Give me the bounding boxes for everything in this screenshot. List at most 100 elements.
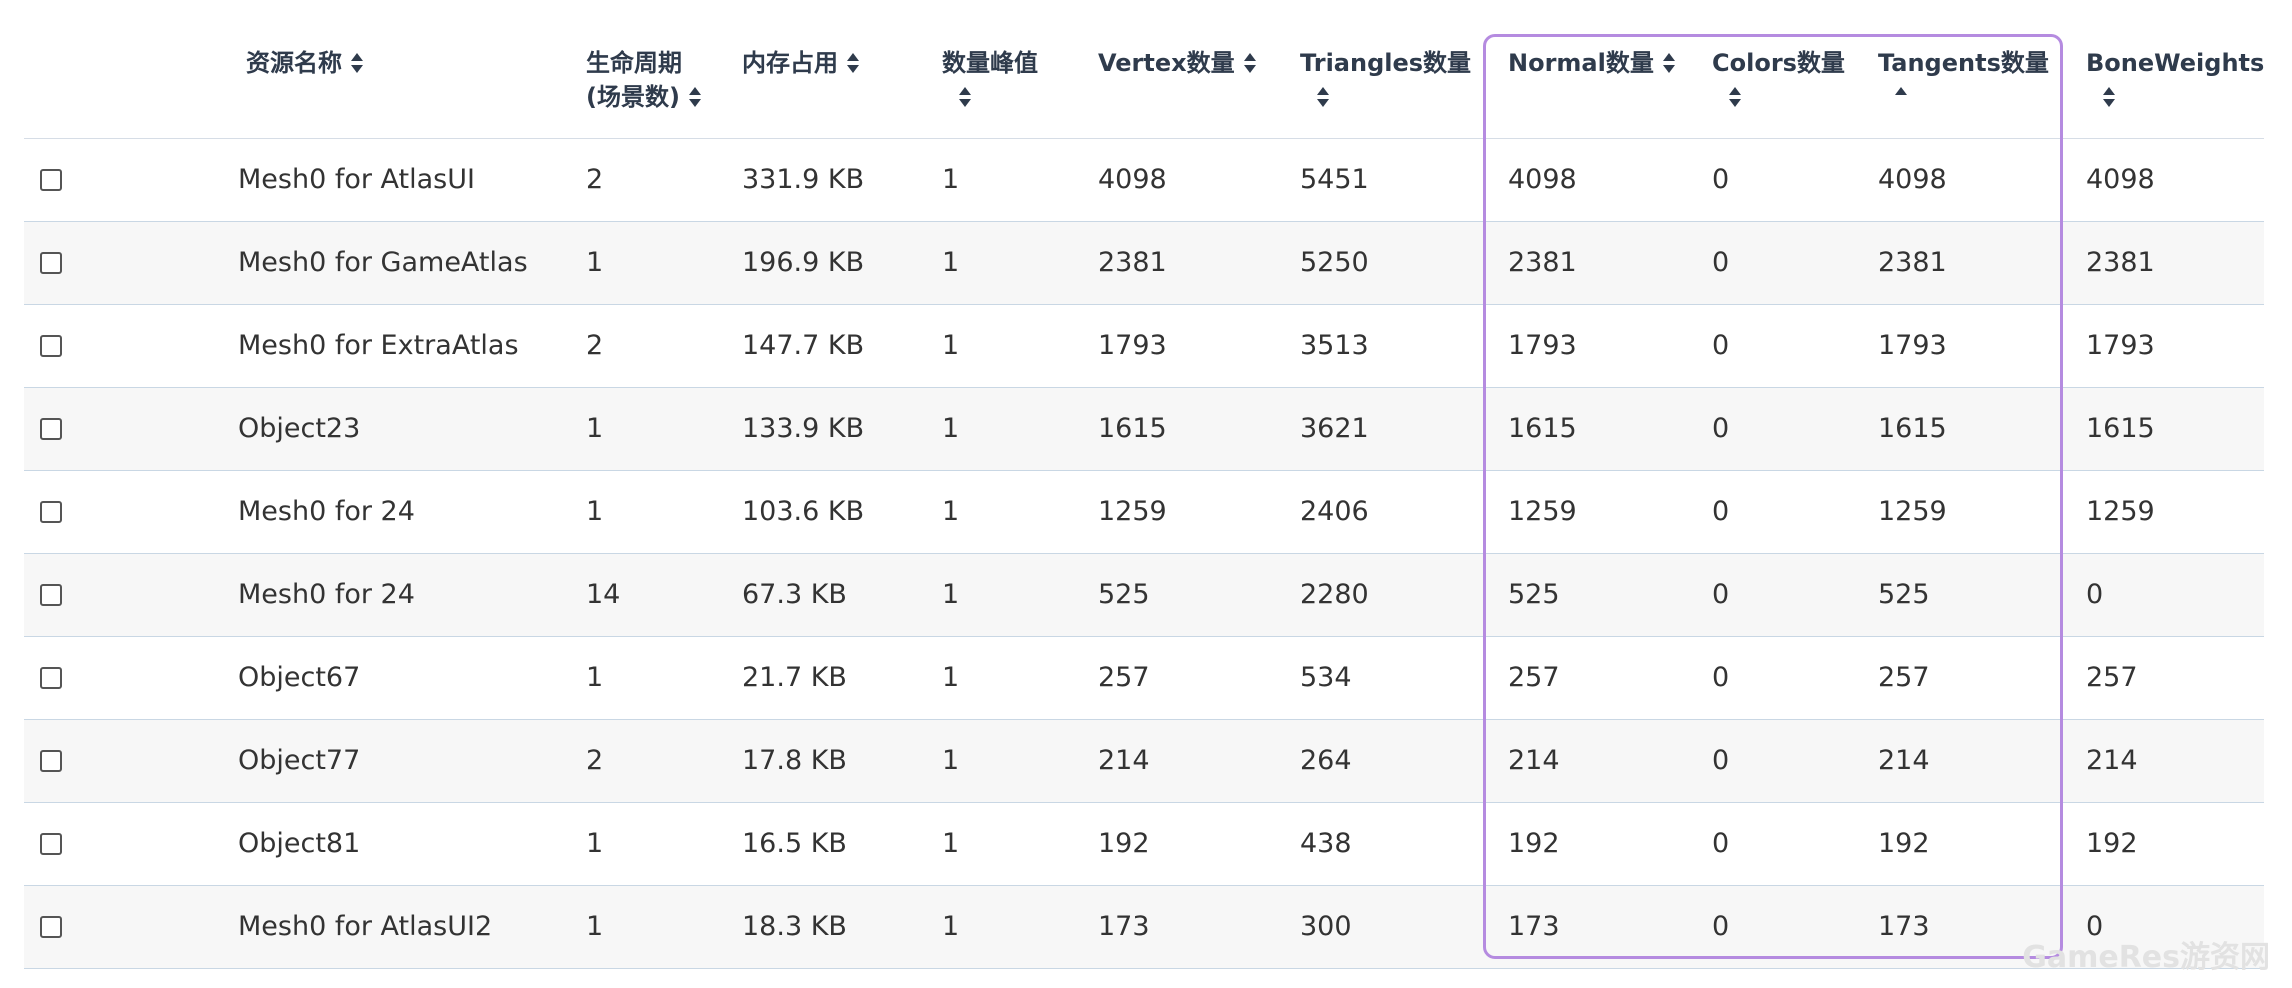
cell-peak: 1	[942, 662, 960, 693]
cell-tangents: 2381	[1878, 247, 1947, 278]
cell-colors: 0	[1712, 496, 1730, 527]
sort-icon[interactable]	[1662, 53, 1676, 73]
column-header-lifecycle[interactable]: 生命周期 (场景数)	[586, 46, 702, 114]
sort-ascending-icon[interactable]	[1894, 87, 1908, 107]
column-header-peak[interactable]: 数量峰值	[942, 46, 1038, 114]
sort-icon[interactable]	[1243, 53, 1257, 73]
cell-tangents: 525	[1878, 579, 1930, 610]
cell-peak: 1	[942, 330, 960, 361]
row-checkbox[interactable]	[40, 252, 62, 274]
table-row[interactable]: Mesh0 for 24 1 103.6 KB 1 1259 2406 1259 0 1259 1…	[24, 471, 2264, 554]
cell-lifecycle: 1	[586, 828, 604, 859]
cell-colors: 0	[1712, 579, 1730, 610]
cell-colors: 0	[1712, 164, 1730, 195]
cell-vertex: 1259	[1098, 496, 1167, 527]
cell-normal: 525	[1508, 579, 1560, 610]
table-row[interactable]: Mesh0 for 24 14 67.3 KB 1 525 2280 525 0 525 0	[24, 554, 2264, 637]
cell-tangents: 1615	[1878, 413, 1947, 444]
table-row[interactable]: Mesh0 for AtlasUI2 1 18.3 KB 1 173 300 173 0 173…	[24, 886, 2264, 969]
cell-vertex: 4098	[1098, 164, 1167, 195]
cell-name: Mesh0 for ExtraAtlas	[238, 330, 519, 361]
cell-normal: 1793	[1508, 330, 1577, 361]
sort-icon[interactable]	[350, 53, 364, 73]
cell-memory: 196.9 KB	[742, 247, 865, 278]
cell-name: Mesh0 for GameAtlas	[238, 247, 528, 278]
cell-vertex: 257	[1098, 662, 1150, 693]
cell-triangles: 5250	[1300, 247, 1369, 278]
row-checkbox[interactable]	[40, 584, 62, 606]
column-header-colors[interactable]: Colors数量	[1712, 46, 1845, 114]
sort-icon[interactable]	[958, 87, 972, 107]
cell-boneweights: 1615	[2086, 413, 2155, 444]
cell-lifecycle: 2	[586, 330, 604, 361]
cell-tangents: 173	[1878, 911, 1930, 942]
cell-lifecycle: 2	[586, 745, 604, 776]
table-row[interactable]: Object81 1 16.5 KB 1 192 438 192 0 192 192	[24, 803, 2264, 886]
table-body: Mesh0 for AtlasUI 2 331.9 KB 1 4098 5451 4098 0…	[24, 139, 2264, 969]
cell-lifecycle: 1	[586, 911, 604, 942]
column-header-normal[interactable]: Normal数量	[1508, 46, 1676, 80]
cell-normal: 257	[1508, 662, 1560, 693]
cell-name: Object23	[238, 413, 361, 444]
sort-icon[interactable]	[846, 53, 860, 73]
cell-normal: 1615	[1508, 413, 1577, 444]
cell-peak: 1	[942, 247, 960, 278]
cell-name: Object67	[238, 662, 361, 693]
sort-icon[interactable]	[1316, 87, 1330, 107]
cell-lifecycle: 1	[586, 413, 604, 444]
cell-colors: 0	[1712, 247, 1730, 278]
cell-memory: 17.8 KB	[742, 745, 847, 776]
column-header-memory[interactable]: 内存占用	[742, 46, 860, 80]
cell-peak: 1	[942, 579, 960, 610]
cell-colors: 0	[1712, 330, 1730, 361]
cell-colors: 0	[1712, 911, 1730, 942]
row-checkbox[interactable]	[40, 667, 62, 689]
cell-name: Object81	[238, 828, 361, 859]
mesh-resource-table: 资源名称 生命周期 (场景数) 内存占用 数量峰值 Vertex数量 Trian…	[24, 0, 2264, 969]
row-checkbox[interactable]	[40, 833, 62, 855]
column-header-triangles[interactable]: Triangles数量	[1300, 46, 1471, 114]
cell-triangles: 2280	[1300, 579, 1369, 610]
table-row[interactable]: Mesh0 for GameAtlas 1 196.9 KB 1 2381 5250 238…	[24, 222, 2264, 305]
cell-vertex: 1793	[1098, 330, 1167, 361]
cell-tangents: 1793	[1878, 330, 1947, 361]
row-checkbox[interactable]	[40, 169, 62, 191]
row-checkbox[interactable]	[40, 418, 62, 440]
cell-normal: 214	[1508, 745, 1560, 776]
cell-peak: 1	[942, 745, 960, 776]
cell-name: Object77	[238, 745, 361, 776]
cell-boneweights: 257	[2086, 662, 2138, 693]
table-header: 资源名称 生命周期 (场景数) 内存占用 数量峰值 Vertex数量 Trian…	[24, 0, 2264, 139]
cell-name: Mesh0 for AtlasUI	[238, 164, 475, 195]
table-row[interactable]: Mesh0 for ExtraAtlas 2 147.7 KB 1 1793 3513 17…	[24, 305, 2264, 388]
table-row[interactable]: Object23 1 133.9 KB 1 1615 3621 1615 0 1615 1615	[24, 388, 2264, 471]
cell-memory: 103.6 KB	[742, 496, 865, 527]
sort-icon[interactable]	[688, 87, 702, 107]
row-checkbox[interactable]	[40, 750, 62, 772]
cell-triangles: 438	[1300, 828, 1352, 859]
column-header-name[interactable]: 资源名称	[246, 46, 364, 80]
cell-peak: 1	[942, 164, 960, 195]
table-row[interactable]: Mesh0 for AtlasUI 2 331.9 KB 1 4098 5451 4098 0…	[24, 139, 2264, 222]
row-checkbox[interactable]	[40, 916, 62, 938]
cell-triangles: 5451	[1300, 164, 1369, 195]
cell-name: Mesh0 for 24	[238, 496, 415, 527]
cell-peak: 1	[942, 828, 960, 859]
cell-vertex: 192	[1098, 828, 1150, 859]
row-checkbox[interactable]	[40, 335, 62, 357]
cell-memory: 331.9 KB	[742, 164, 865, 195]
column-header-tangents[interactable]: Tangents数量	[1878, 46, 2049, 114]
sort-icon[interactable]	[2102, 87, 2116, 107]
table-row[interactable]: Object67 1 21.7 KB 1 257 534 257 0 257 257	[24, 637, 2264, 720]
cell-peak: 1	[942, 496, 960, 527]
row-checkbox[interactable]	[40, 501, 62, 523]
cell-memory: 18.3 KB	[742, 911, 847, 942]
sort-icon[interactable]	[1728, 87, 1742, 107]
table-row[interactable]: Object77 2 17.8 KB 1 214 264 214 0 214 214	[24, 720, 2264, 803]
cell-boneweights: 192	[2086, 828, 2138, 859]
cell-boneweights: 1793	[2086, 330, 2155, 361]
cell-boneweights: 1259	[2086, 496, 2155, 527]
column-header-vertex[interactable]: Vertex数量	[1098, 46, 1257, 80]
column-header-boneweights[interactable]: BoneWeights	[2086, 46, 2264, 114]
cell-lifecycle: 1	[586, 247, 604, 278]
